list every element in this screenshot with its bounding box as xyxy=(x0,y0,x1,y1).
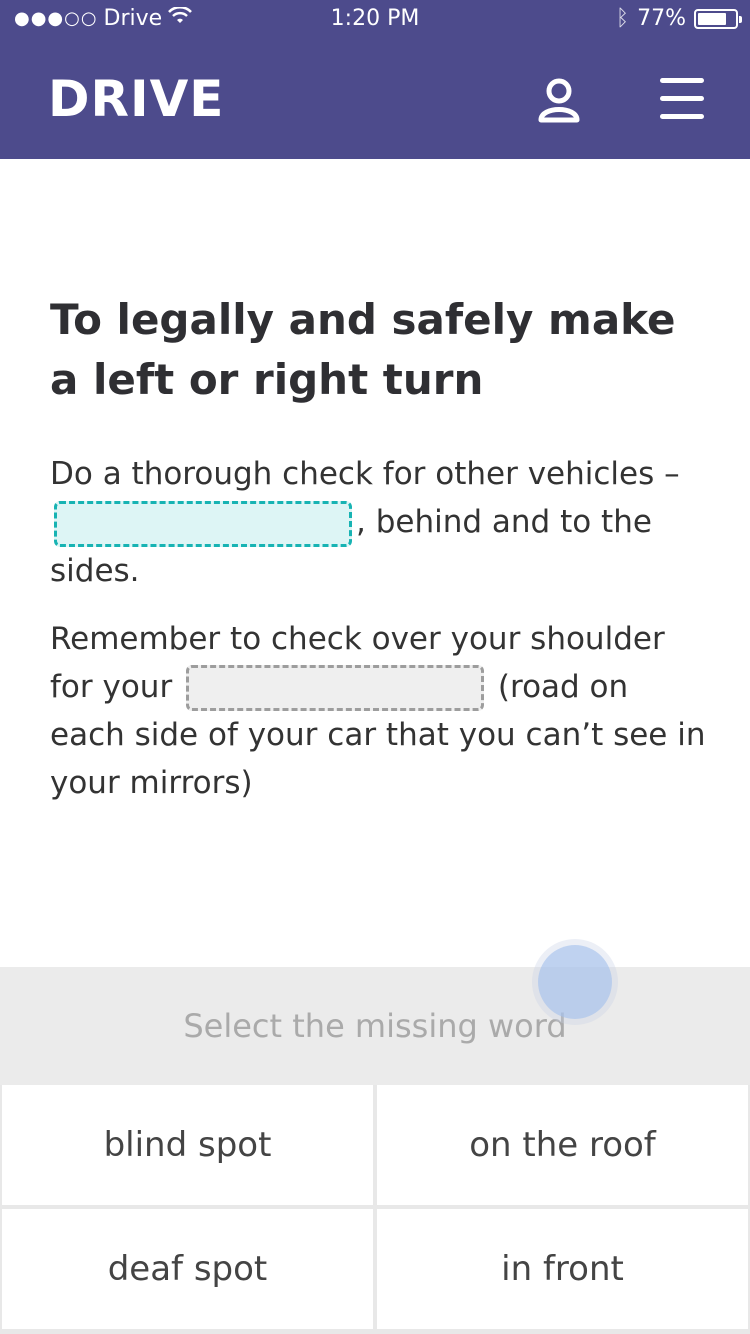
option-blind-spot[interactable]: blind spot xyxy=(2,1085,373,1205)
answer-options: blind spot on the roof deaf spot in fron… xyxy=(0,1085,750,1334)
option-in-front[interactable]: in front xyxy=(377,1209,748,1329)
paragraph-1-text-before: Do a thorough check for other vehicles – xyxy=(50,456,680,492)
app-header: DRIVE xyxy=(0,40,750,159)
question-title: To legally and safely make a left or rig… xyxy=(50,295,676,404)
bluetooth-icon: ᛒ xyxy=(615,6,630,31)
question-paragraph-1: Do a thorough check for other vehicles –… xyxy=(50,450,710,595)
status-bar: ●●●○○ Drive 1:20 PM ᛒ 77% xyxy=(0,0,750,40)
profile-button[interactable] xyxy=(536,76,582,124)
answer-blank-active[interactable] xyxy=(54,500,352,547)
answer-blank-idle[interactable] xyxy=(186,665,485,711)
app-logo: DRIVE xyxy=(48,70,225,128)
user-icon xyxy=(538,78,580,123)
status-right: ᛒ 77% xyxy=(615,6,742,31)
option-deaf-spot[interactable]: deaf spot xyxy=(2,1209,373,1329)
battery-percent: 77% xyxy=(637,6,686,31)
touch-indicator xyxy=(538,945,612,1019)
question-paragraph-2: Remember to check over your shoulder for… xyxy=(50,615,710,808)
menu-button[interactable] xyxy=(660,78,704,122)
option-on-the-roof[interactable]: on the roof xyxy=(377,1085,748,1205)
question-content: To legally and safely make a left or rig… xyxy=(50,290,710,807)
selector-bar: Select the missing word xyxy=(0,967,750,1085)
battery-icon xyxy=(694,8,742,29)
hamburger-menu-icon xyxy=(660,78,704,119)
battery-fill xyxy=(698,12,726,25)
selector-label: Select the missing word xyxy=(183,1007,567,1045)
